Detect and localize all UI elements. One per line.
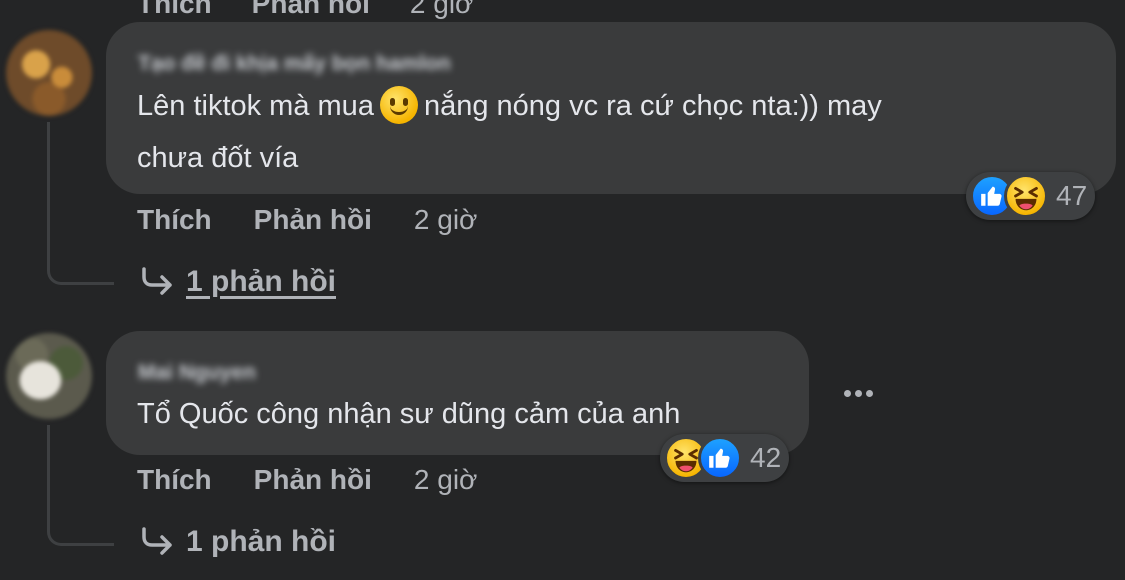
comment-time[interactable]: 2 giờ: [414, 464, 478, 496]
like-action[interactable]: Thích: [137, 0, 212, 19]
replies-count-label[interactable]: 1 phản hồi: [186, 265, 336, 299]
haha-icon: [1004, 174, 1048, 218]
comment-text: Lên tiktok mà mua nắng nóng vc ra cứ chọc…: [137, 80, 1087, 184]
comment-text-part: Lên tiktok mà mua: [137, 90, 374, 122]
slightly-smiling-face-icon: [379, 86, 418, 124]
like-icon: [698, 436, 742, 480]
reaction-count: 42: [750, 442, 782, 473]
reply-action[interactable]: Phản hồi: [254, 464, 372, 496]
comment-text-part: nắng nóng vc ra cứ chọc nta:)) may: [423, 90, 882, 122]
dot: [865, 389, 873, 397]
comment-text-part: chưa đốt vía: [137, 142, 299, 174]
dot: [854, 389, 862, 397]
comment-time: 2 giờ: [409, 0, 474, 19]
reply-arrow-icon: [142, 267, 172, 295]
reply-action[interactable]: Phản hồi: [254, 204, 372, 236]
reaction-count: 47: [1056, 180, 1088, 211]
thread-line: [47, 142, 114, 285]
comment-actions: Thích Phản hồi 2 giờ: [137, 462, 477, 498]
like-action[interactable]: Thích: [137, 464, 212, 496]
reply-arrow-icon: [142, 527, 172, 555]
reaction-summary[interactable]: 47: [966, 172, 1096, 220]
commenter-avatar[interactable]: [6, 30, 92, 116]
view-replies-link[interactable]: 1 phản hồi: [140, 522, 336, 562]
previous-comment-actions: Thích Phản hồi 2 giờ: [137, 0, 474, 19]
comment-bubble: Tạo đề đi khịa mấy bọn hamlon Lên tiktok…: [106, 22, 1116, 194]
reply-action[interactable]: Phản hồi: [252, 0, 370, 19]
more-options-icon[interactable]: [836, 378, 880, 408]
like-action[interactable]: Thích: [137, 204, 212, 236]
thread-line: [47, 425, 50, 445]
replies-count-label[interactable]: 1 phản hồi: [186, 525, 336, 559]
reaction-summary[interactable]: 42: [660, 434, 790, 482]
thread-line: [47, 445, 114, 546]
comment-author[interactable]: Mai Nguyen: [138, 361, 256, 385]
comment-author[interactable]: Tạo đề đi khịa mấy bọn hamlon: [138, 52, 451, 76]
view-replies-link[interactable]: 1 phản hồi: [140, 262, 336, 302]
comment-time[interactable]: 2 giờ: [414, 204, 478, 236]
dot: [843, 389, 851, 397]
comment-text: Tổ Quốc công nhận sư dũng cảm của anh: [137, 398, 681, 430]
commenter-avatar[interactable]: [6, 333, 92, 419]
comment-actions: Thích Phản hồi 2 giờ: [137, 202, 477, 238]
thread-line: [47, 122, 50, 142]
